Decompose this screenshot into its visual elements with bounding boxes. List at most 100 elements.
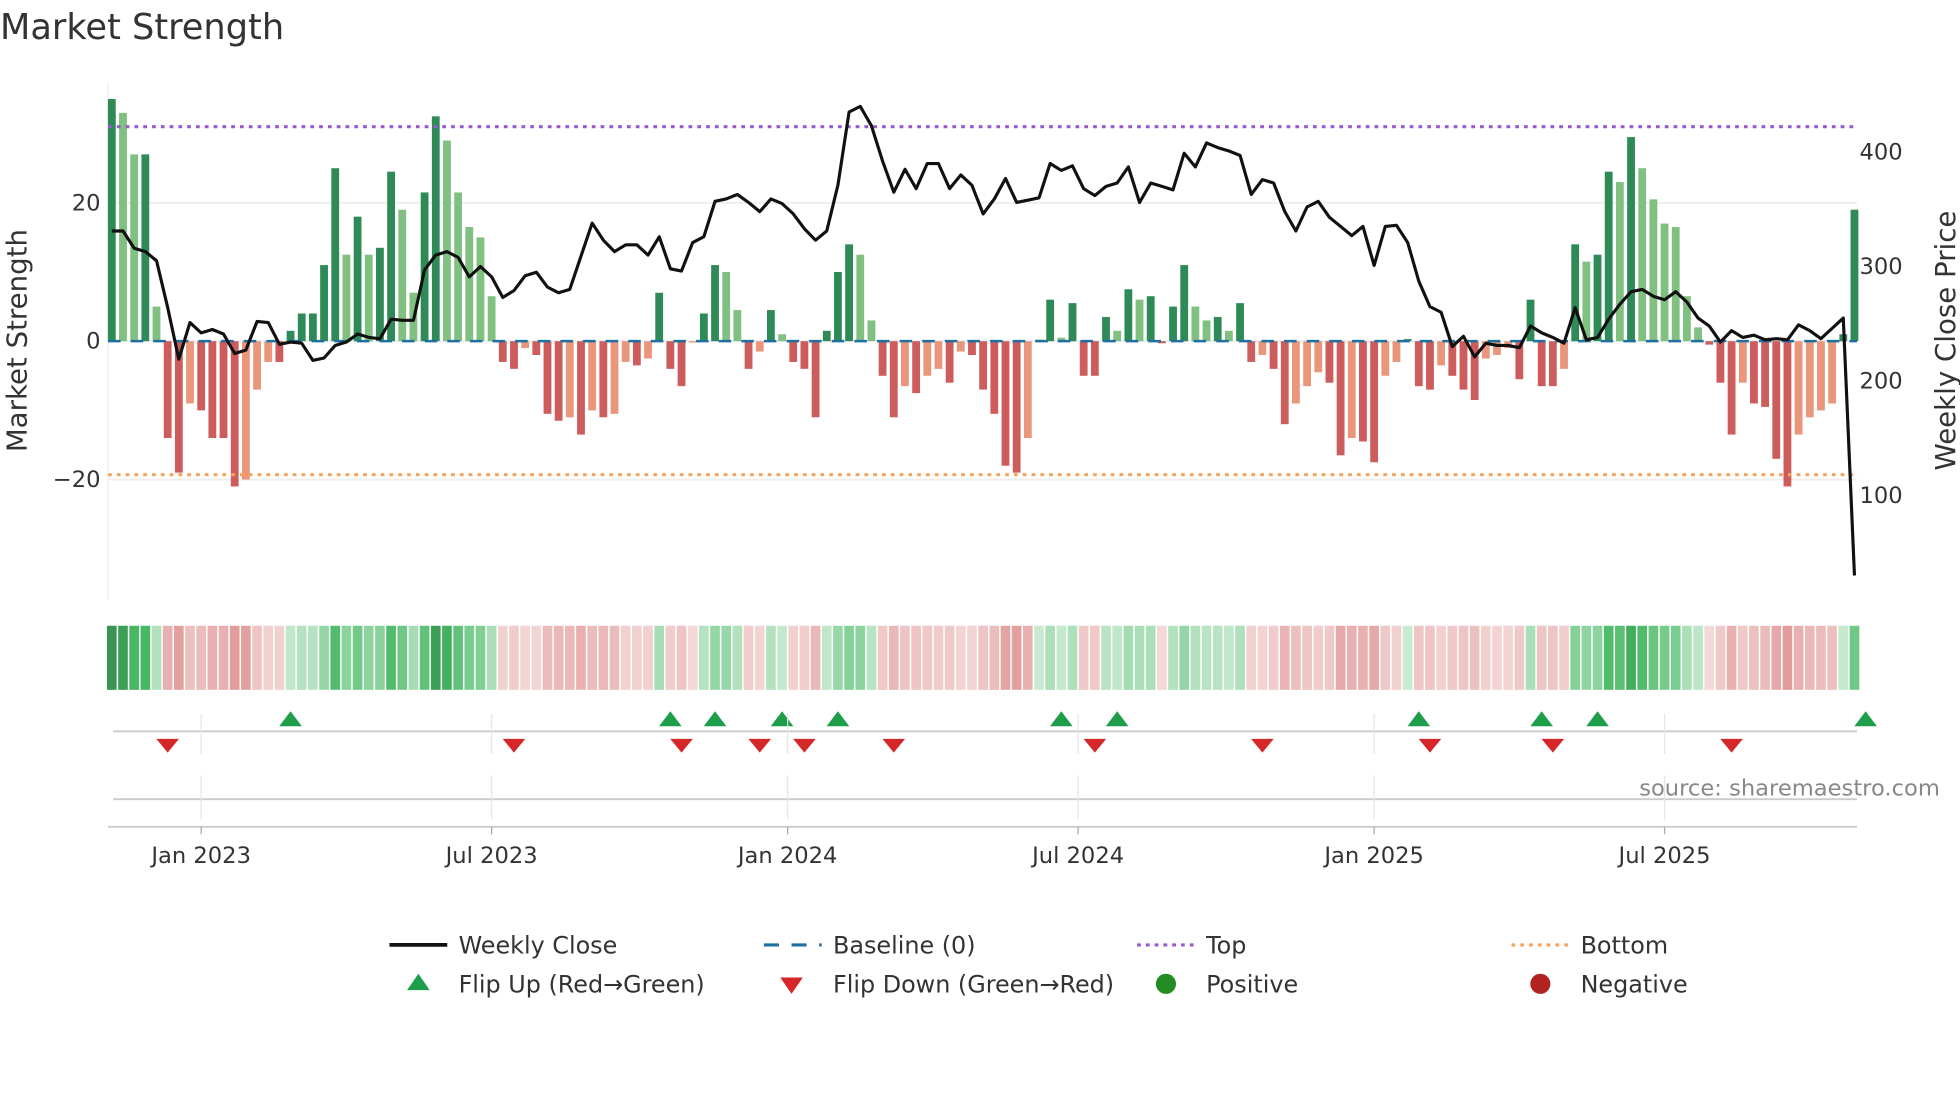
strength-bar bbox=[722, 271, 731, 342]
y-tick-label: −20 bbox=[53, 467, 101, 493]
strength-bar bbox=[387, 171, 395, 342]
heat-cell bbox=[308, 625, 318, 690]
strength-bar bbox=[1671, 227, 1680, 342]
heat-cell bbox=[766, 625, 776, 690]
strength-bar bbox=[979, 341, 988, 390]
heat-cell bbox=[1235, 625, 1245, 690]
strength-bar bbox=[1828, 341, 1837, 404]
heat-cell bbox=[296, 625, 307, 690]
flip-up-marker bbox=[703, 711, 727, 727]
strength-bar bbox=[1794, 341, 1803, 435]
y2-ticks: 100 200 300 400 bbox=[1859, 140, 1902, 509]
heat-cell bbox=[1693, 625, 1703, 690]
strength-bar bbox=[543, 341, 552, 414]
heat-cell bbox=[229, 625, 240, 690]
flip-down-marker bbox=[1251, 738, 1274, 753]
heat-cell bbox=[274, 625, 285, 690]
strength-bar bbox=[699, 313, 708, 342]
legend-label: Top bbox=[1205, 932, 1246, 960]
heat-cell bbox=[888, 625, 899, 690]
x-tick-label: Jan 2024 bbox=[736, 843, 838, 869]
market-strength-chart: Market Strength −20 0 20 100 200 300 400 Mark… bbox=[0, 7, 1960, 999]
heat-cell bbox=[531, 625, 542, 690]
strength-bar bbox=[1772, 341, 1781, 459]
heat-cell bbox=[1570, 625, 1581, 690]
heat-cell bbox=[598, 625, 609, 690]
strength-bar bbox=[1292, 341, 1300, 404]
heat-cell bbox=[1358, 625, 1368, 690]
heat-cell bbox=[788, 625, 799, 690]
heat-cell bbox=[1145, 625, 1156, 690]
heat-cell bbox=[1581, 625, 1592, 690]
strength-bar bbox=[197, 341, 206, 411]
heat-cell bbox=[509, 625, 519, 690]
strength-bar bbox=[152, 306, 161, 342]
strength-bar bbox=[1459, 341, 1468, 390]
strength-bar bbox=[532, 341, 541, 356]
heat-cell bbox=[587, 625, 597, 690]
heat-cell bbox=[151, 625, 162, 690]
heat-cell bbox=[1324, 625, 1335, 690]
heat-cell bbox=[1559, 625, 1569, 690]
strength-bar bbox=[208, 341, 217, 439]
heat-cell bbox=[1335, 625, 1346, 690]
strength-bar bbox=[230, 341, 239, 487]
flip-down-legend-icon bbox=[780, 977, 803, 994]
strength-bar bbox=[867, 320, 876, 342]
strength-bar bbox=[1236, 303, 1244, 342]
strength-bar bbox=[431, 116, 440, 342]
heat-cell bbox=[162, 625, 173, 690]
heat-cell bbox=[1670, 625, 1681, 690]
strength-bar bbox=[901, 341, 909, 387]
heat-cell bbox=[620, 625, 631, 690]
strength-bar bbox=[1392, 341, 1401, 362]
strength-bar bbox=[554, 341, 563, 421]
strength-bar bbox=[655, 292, 664, 342]
strength-bar bbox=[1169, 306, 1177, 342]
heat-cell bbox=[1402, 625, 1413, 690]
heat-cell bbox=[185, 625, 195, 690]
strength-bar bbox=[1202, 320, 1211, 342]
heat-cell bbox=[632, 625, 642, 690]
heat-cell bbox=[1201, 625, 1212, 690]
y2-tick-label: 200 bbox=[1859, 368, 1902, 394]
strength-bar bbox=[1269, 341, 1278, 369]
heat-cell bbox=[1134, 625, 1145, 690]
heat-cell bbox=[978, 625, 988, 690]
y-tick-label: 0 bbox=[86, 329, 100, 355]
strength-heat-strip bbox=[106, 625, 1860, 690]
strength-bar bbox=[822, 330, 831, 342]
strength-bar bbox=[1314, 341, 1323, 373]
strength-bar bbox=[1280, 341, 1289, 425]
strength-bar bbox=[342, 254, 351, 342]
strength-bar bbox=[1370, 341, 1379, 463]
strength-bar bbox=[1426, 341, 1434, 390]
strength-bars bbox=[107, 99, 1859, 487]
strength-bar bbox=[443, 140, 451, 342]
strength-bar bbox=[454, 192, 463, 342]
strength-bar bbox=[1347, 341, 1356, 439]
heat-cell bbox=[1034, 625, 1044, 690]
heat-cell bbox=[1816, 625, 1826, 690]
strength-bar bbox=[610, 341, 619, 414]
strength-bar bbox=[1437, 341, 1446, 366]
strength-bar bbox=[308, 313, 317, 342]
heat-cell bbox=[687, 625, 698, 690]
strength-bar bbox=[510, 341, 518, 369]
strength-bar bbox=[465, 227, 474, 342]
heat-cell bbox=[1425, 625, 1435, 690]
heat-cell bbox=[866, 625, 877, 690]
legend: Weekly Close Baseline (0) Top Bottom Flip Up… bbox=[389, 932, 1688, 999]
strength-bar bbox=[923, 341, 932, 376]
heat-cell bbox=[553, 625, 564, 690]
strength-bar bbox=[621, 341, 630, 362]
strength-bar bbox=[353, 216, 362, 342]
strength-bar bbox=[766, 310, 775, 342]
strength-bar bbox=[1414, 341, 1423, 387]
strength-bar bbox=[219, 341, 228, 439]
strength-bar bbox=[364, 254, 373, 342]
heat-cell bbox=[676, 625, 687, 690]
heat-cell bbox=[386, 625, 396, 690]
heat-cell bbox=[1179, 625, 1190, 690]
heat-cell bbox=[1659, 625, 1670, 690]
